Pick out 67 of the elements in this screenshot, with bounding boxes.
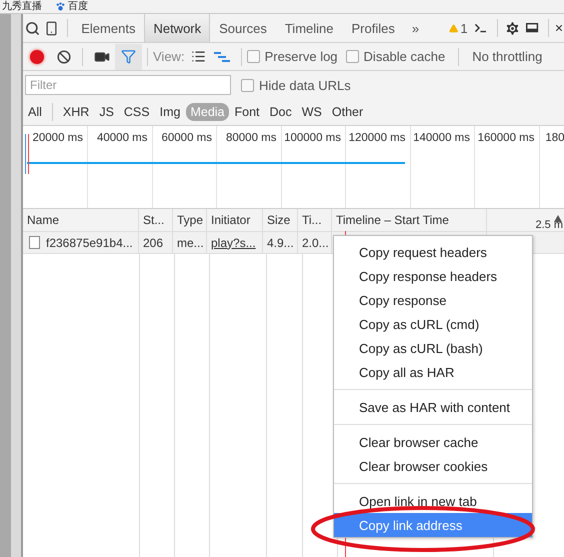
table-cell: me... (177, 236, 204, 250)
column-header[interactable]: Timeline – Start Time (336, 213, 449, 227)
menu-item[interactable]: Copy as cURL (bash) (334, 336, 532, 360)
type-filter-button[interactable]: Other (328, 103, 368, 121)
column-header[interactable]: St... (143, 213, 164, 227)
panel-tab[interactable]: Profiles (342, 14, 404, 42)
warning-count: 1 (460, 20, 468, 36)
panel-tab[interactable]: Timeline (276, 14, 342, 42)
file-icon (29, 236, 40, 249)
disable-cache-checkbox[interactable]: Disable cache (346, 49, 446, 64)
table-cell: f236875e91b4... (46, 236, 133, 250)
type-filter-button[interactable]: JS (95, 103, 118, 121)
hide-data-urls-checkbox[interactable]: Hide data URLs (241, 78, 351, 92)
paw-icon (56, 2, 65, 11)
bookmark-link[interactable]: 九秀直播 (2, 0, 42, 12)
tick-label: 20000 ms (32, 132, 83, 146)
column-header[interactable]: Size (267, 213, 290, 227)
panel-tab[interactable]: Sources (210, 14, 276, 42)
filter-field[interactable]: Filter (25, 75, 231, 95)
type-filter-button[interactable]: Img (156, 103, 184, 121)
menu-item[interactable]: Clear browser cookies (334, 454, 532, 478)
tick-label: 40000 ms (96, 132, 148, 146)
dom-marker (25, 134, 26, 174)
menu-item[interactable]: Copy request headers (334, 240, 532, 264)
more-tabs-button[interactable]: » (412, 20, 420, 36)
menu-item[interactable]: Copy as cURL (cmd) (334, 312, 532, 336)
panel-tab[interactable]: Network (144, 14, 210, 42)
panel-tab[interactable]: Elements (72, 14, 144, 42)
tick-label: 180 (545, 132, 564, 146)
type-filter-button[interactable]: WS (298, 103, 326, 121)
sort-reading: 2.5 m (535, 219, 563, 231)
menu-item[interactable]: Save as HAR with content (334, 395, 532, 419)
menu-item[interactable]: Copy link address (334, 513, 532, 537)
menu-item[interactable]: Copy response headers (334, 264, 532, 288)
waterfall-view-icon[interactable] (214, 50, 230, 62)
view-label: View: (153, 49, 185, 64)
column-header[interactable]: Ti... (302, 213, 322, 227)
table-cell: 2.0... (302, 236, 329, 250)
throttling-select[interactable]: No throttling (472, 49, 542, 64)
tick-label: 120000 ms (348, 132, 406, 146)
tick-label: 60000 ms (161, 132, 212, 146)
sort-arrow-icon[interactable] (554, 215, 562, 222)
type-filter-button[interactable]: CSS (120, 103, 154, 121)
tick-label: 160000 ms (478, 132, 534, 146)
menu-item[interactable]: Open link in new tab (334, 489, 532, 513)
tick-label: 80000 ms (226, 132, 276, 146)
bookmark-link[interactable]: 百度 (56, 0, 88, 12)
preserve-log-checkbox[interactable]: Preserve log (246, 49, 338, 64)
menu-item[interactable]: Copy response (334, 288, 532, 312)
tick-label: 140000 ms (413, 132, 470, 146)
type-filter-button[interactable]: XHR (58, 103, 94, 121)
type-filter-button[interactable]: All (24, 103, 46, 121)
menu-item[interactable]: Clear browser cache (334, 430, 532, 454)
initiator-link[interactable]: play?s... (211, 236, 256, 250)
type-filter-button[interactable]: Font (230, 103, 264, 121)
table-cell: 4.9... (267, 236, 294, 250)
list-view-icon[interactable] (190, 49, 206, 64)
tick-label: 100000 ms (284, 132, 341, 146)
menu-item[interactable]: Copy all as HAR (334, 360, 532, 384)
load-marker (28, 134, 29, 174)
dock-icon[interactable] (526, 21, 540, 35)
type-filter-button[interactable]: Doc (266, 103, 296, 121)
column-header[interactable]: Initiator (211, 213, 250, 227)
table-cell: 206 (143, 236, 164, 250)
console-icon[interactable] (474, 21, 486, 35)
column-header[interactable]: Name (27, 213, 60, 227)
column-header[interactable]: Type (177, 213, 204, 227)
